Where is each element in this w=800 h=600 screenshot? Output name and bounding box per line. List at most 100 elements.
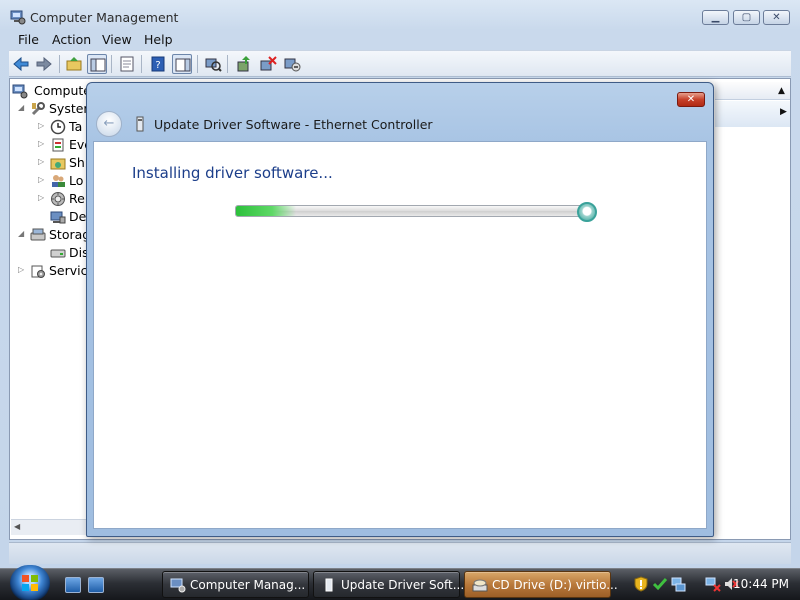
expand-triangle-icon[interactable]: ▷	[38, 193, 48, 202]
taskbar-button-computer-management[interactable]: Computer Manag...	[162, 571, 309, 598]
disable-button[interactable]	[282, 54, 302, 74]
scroll-left-icon[interactable]: ◀	[14, 522, 20, 531]
start-button[interactable]	[10, 565, 50, 600]
tree-item-label: Lo	[69, 173, 84, 188]
disable-icon	[284, 58, 301, 72]
forward-button[interactable]	[34, 54, 54, 74]
maximize-button[interactable]: ▢	[733, 10, 760, 25]
taskbar: Computer Manag... Update Driver Soft... …	[0, 565, 800, 600]
network-disconnected-icon[interactable]	[705, 576, 721, 592]
menu-action[interactable]: Action	[52, 32, 91, 47]
local-users-icon	[52, 175, 65, 187]
storage-icon	[30, 228, 46, 241]
minimize-icon: ▁	[711, 12, 720, 23]
show-hide-action-pane-button[interactable]	[172, 54, 192, 74]
action-pane-icon	[175, 58, 191, 72]
update-driver-button[interactable]	[234, 54, 254, 74]
back-arrow-icon	[13, 56, 29, 72]
back-arrow-icon: ←	[103, 116, 115, 131]
taskbar-button-label: Computer Manag...	[190, 578, 306, 592]
computer-management-icon	[170, 578, 186, 593]
toolbar-separator	[197, 55, 198, 73]
dialog-content: Installing driver software...	[93, 141, 707, 529]
expand-triangle-icon[interactable]: ▷	[38, 139, 48, 148]
dialog-title: Update Driver Software - Ethernet Contro…	[154, 117, 433, 132]
console-tree-icon	[90, 58, 106, 72]
taskbar-button-label: Update Driver Soft...	[341, 578, 465, 592]
progress-bar	[235, 202, 597, 222]
clock[interactable]: 10:44 PM	[733, 577, 789, 591]
windows-logo-icon	[22, 575, 38, 591]
computer-management-icon	[12, 84, 28, 99]
show-desktop-icon[interactable]	[65, 577, 81, 593]
tree-item-label: Sh	[69, 155, 85, 170]
services-icon	[31, 265, 45, 278]
computer-management-icon	[10, 10, 26, 25]
device-icon	[136, 116, 144, 132]
properties-icon	[120, 56, 134, 72]
task-scheduler-icon	[50, 119, 66, 135]
toolbar: ?	[9, 50, 791, 77]
menu-file[interactable]: File	[18, 32, 39, 47]
tree-item-label: Ta	[69, 119, 83, 134]
help-button[interactable]: ?	[148, 54, 168, 74]
back-button[interactable]	[11, 54, 31, 74]
up-one-level-button[interactable]	[64, 54, 84, 74]
installing-heading: Installing driver software...	[132, 164, 333, 182]
menu-bar: File Action View Help	[9, 30, 791, 50]
security-shield-icon[interactable]	[633, 576, 649, 592]
status-bar	[9, 542, 791, 564]
tree-item-label: Storag	[49, 227, 91, 242]
close-button[interactable]: ✕	[763, 10, 790, 25]
progress-fill	[236, 206, 296, 216]
menu-help[interactable]: Help	[144, 32, 173, 47]
window-title: Computer Management	[30, 10, 179, 25]
menu-view[interactable]: View	[102, 32, 132, 47]
tools-icon	[31, 102, 45, 116]
toolbar-separator	[141, 55, 142, 73]
cd-drive-icon	[472, 579, 488, 592]
submenu-arrow-icon[interactable]: ▶	[780, 107, 787, 117]
title-bar[interactable]: Computer Management ▁ ▢ ✕	[0, 0, 800, 30]
switch-windows-icon[interactable]	[88, 577, 104, 593]
taskbar-button-label: CD Drive (D:) virtio...	[492, 578, 618, 592]
check-icon[interactable]	[652, 576, 668, 592]
expand-triangle-icon[interactable]: ▷	[38, 121, 48, 130]
taskbar-button-cd-drive[interactable]: CD Drive (D:) virtio...	[464, 571, 618, 598]
toolbar-separator	[227, 55, 228, 73]
expand-triangle-icon[interactable]: ▷	[38, 157, 48, 166]
network-tray-icon[interactable]	[670, 576, 686, 592]
properties-button[interactable]	[117, 54, 137, 74]
actions-header: ▲	[715, 82, 790, 100]
forward-arrow-icon	[36, 56, 52, 72]
progress-track	[235, 205, 587, 217]
device-manager-icon	[50, 211, 66, 224]
maximize-icon: ▢	[741, 12, 752, 23]
event-viewer-icon	[52, 138, 64, 152]
close-icon: ✕	[686, 94, 696, 105]
uninstall-button[interactable]	[258, 54, 278, 74]
svg-text:?: ?	[155, 60, 160, 71]
horizontal-scrollbar[interactable]: ◀	[11, 519, 96, 535]
dialog-back-button[interactable]: ←	[96, 111, 122, 137]
folder-up-icon	[66, 57, 82, 71]
tree-item-label: De	[69, 209, 87, 224]
device-icon	[325, 578, 333, 592]
collapse-triangle-icon[interactable]: ◢	[18, 103, 28, 112]
dialog-close-button[interactable]: ✕	[677, 92, 705, 107]
close-icon: ✕	[772, 12, 781, 23]
toolbar-separator	[111, 55, 112, 73]
show-hide-console-tree-button[interactable]	[87, 54, 107, 74]
update-driver-icon	[237, 56, 250, 72]
minimize-button[interactable]: ▁	[702, 10, 729, 25]
toolbar-separator	[59, 55, 60, 73]
expand-triangle-icon[interactable]: ▷	[38, 175, 48, 184]
actions-pane: ▶	[715, 101, 790, 127]
expand-triangle-icon[interactable]: ▷	[18, 265, 28, 274]
uninstall-icon	[260, 56, 277, 71]
taskbar-button-update-driver[interactable]: Update Driver Soft...	[313, 571, 464, 598]
collapse-up-icon[interactable]: ▲	[778, 86, 785, 96]
collapse-triangle-icon[interactable]: ◢	[18, 229, 28, 238]
tree-item-label: Re	[69, 191, 85, 206]
scan-hardware-button[interactable]	[203, 54, 223, 74]
